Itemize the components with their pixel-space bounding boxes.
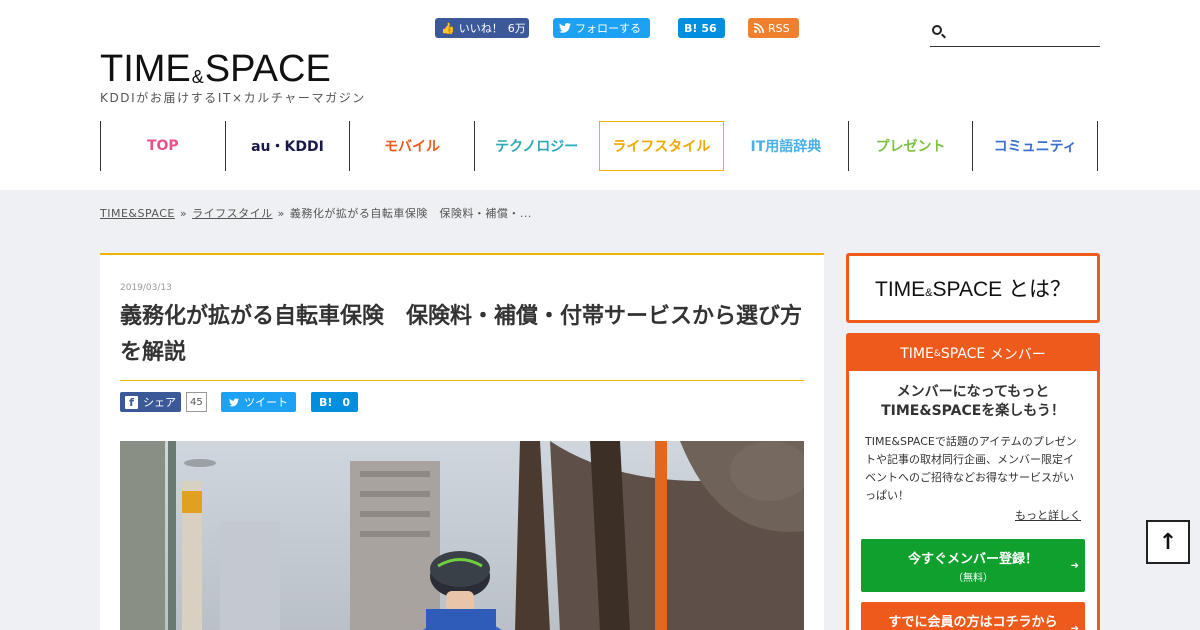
about-banner[interactable]: TIME&SPACE とは？ [846,253,1100,323]
about-ampersand: & [925,287,933,299]
hatena-share-button[interactable]: B! 0 [311,392,358,412]
arrow-right-icon: ➜ [1070,560,1079,571]
logo-part-space: SPACE [204,48,331,90]
member-head-ampersand: & [933,348,941,359]
breadcrumb: TIME&SPACE » ライフスタイル » 義務化が拡がる自転車保険 保険料・補償・.… [100,205,532,221]
twitter-follow-button[interactable]: フォローする [553,18,650,38]
hatena-bookmark-button[interactable]: B! 56 [678,18,725,38]
nav-label: IT用語辞典 [750,139,822,155]
member-lead-line-1: メンバーになってもっと [896,384,1050,400]
nav-item-community[interactable]: コミュニティ [972,121,1098,171]
search-box [930,18,1100,47]
site-tagline: KDDIがお届けするIT×カルチャーマガジン [100,91,366,105]
site-header: 👍 いいね！ 6万 フォローする B! 56 RSS TIME&SPACE KD… [0,0,1200,190]
nav-item-mobile[interactable]: モバイル [349,121,474,171]
member-description: TIME&SPACEで話題のアイテムのプレゼントや記事の取材同行企画、メンバー限… [865,435,1077,502]
nav-label: テクノロジー [495,139,579,155]
article-date: 2019/03/13 [120,283,172,293]
rss-icon [754,23,764,33]
logo-part-time: TIME [100,48,191,90]
member-panel: TIME & SPACE メンバー メンバーになってもっと TIME&SPACEを楽… [846,333,1100,630]
nav-item-au-kddi[interactable]: au・KDDI [224,121,350,171]
facebook-share-button[interactable]: f シェア [120,392,181,412]
article-title: 義務化が拡がる自転車保険 保険料・補償・付帯サービスから選び方を解説 [120,304,803,365]
tweet-button[interactable]: ツイート [221,392,296,412]
member-lead-line-2: TIME&SPACEを楽しもう！ [881,403,1065,419]
nav-item-it-dictionary[interactable]: IT用語辞典 [724,121,848,171]
search-input[interactable] [950,22,1098,42]
arrow-up-icon: ↑ [1158,529,1178,555]
about-banner-text: TIME&SPACE とは？ [875,273,1071,303]
breadcrumb-separator: » [179,207,188,220]
register-button-sub: （無料） [953,573,993,584]
scroll-to-top-button[interactable]: ↑ [1146,520,1190,564]
hatena-bookmark-count: 56 [701,21,717,35]
hatena-icon: B! [319,395,333,409]
member-head-suffix: メンバー [989,346,1046,363]
member-more-link[interactable]: もっと詳しく [865,507,1081,523]
thumbs-up-icon: 👍 [441,21,455,35]
twitter-bird-icon [229,397,239,406]
facebook-share-label: シェア [143,396,176,409]
hero-photo-boy-on-bicycle [120,441,804,630]
rss-label: RSS [768,21,790,35]
facebook-icon: f [125,395,138,409]
facebook-like-count: 6万 [507,22,526,35]
arrow-right-icon: ➜ [1070,623,1079,630]
title-divider [120,380,804,381]
login-button[interactable]: すでに会員の方はコチラから ➜ [861,602,1085,630]
member-head-time: TIME [900,345,934,362]
nav-label: ライフスタイル [612,139,711,155]
nav-label: TOP [146,138,179,154]
breadcrumb-separator: » [277,207,285,220]
nav-label: au・KDDI [251,139,324,155]
member-panel-header: TIME & SPACE メンバー [849,336,1097,371]
logo-ampersand: & [191,67,204,87]
tweet-label: ツイート [244,396,288,409]
search-icon[interactable] [932,25,942,35]
member-head-space: SPACE [940,345,986,362]
nav-item-lifestyle[interactable]: ライフスタイル [598,121,725,171]
breadcrumb-category-link[interactable]: ライフスタイル [192,207,273,220]
breadcrumb-home-link[interactable]: TIME&SPACE [100,207,175,220]
facebook-share-count: 45 [186,392,207,412]
rss-button[interactable]: RSS [748,18,799,38]
nav-item-technology[interactable]: テクノロジー [473,121,599,171]
article: 2019/03/13 義務化が拡がる自転車保険 保険料・補償・付帯サービスから選… [100,253,824,630]
about-part-time: TIME [875,278,926,301]
global-nav: TOP au・KDDI モバイル テクノロジー ライフスタイル IT用語辞典 プ… [100,121,1098,171]
hatena-icon: B! [684,21,698,35]
hatena-share-count: 0 [342,395,351,409]
nav-item-present[interactable]: プレゼント [847,121,973,171]
nav-label: コミュニティ [993,139,1077,155]
twitter-bird-icon [559,23,571,33]
nav-label: モバイル [384,139,441,155]
nav-item-top[interactable]: TOP [100,121,225,171]
facebook-share: f シェア 45 [120,392,207,412]
facebook-like-button[interactable]: 👍 いいね！ 6万 [435,18,529,38]
breadcrumb-current: 義務化が拡がる自転車保険 保険料・補償・... [289,207,532,220]
register-button-label: 今すぐメンバー登録！ [907,552,1038,567]
about-suffix: とは？ [1008,278,1071,301]
register-button[interactable]: 今すぐメンバー登録！ （無料） ➜ [861,539,1085,592]
facebook-like-label: いいね！ [458,22,503,35]
twitter-follow-label: フォローする [575,22,641,35]
login-button-label: すでに会員の方はコチラから [888,615,1058,630]
nav-label: プレゼント [875,139,946,155]
about-part-space: SPACE [932,278,1003,301]
article-hero-image [120,441,804,630]
member-lead: メンバーになってもっと TIME&SPACEを楽しもう！ [849,383,1097,421]
